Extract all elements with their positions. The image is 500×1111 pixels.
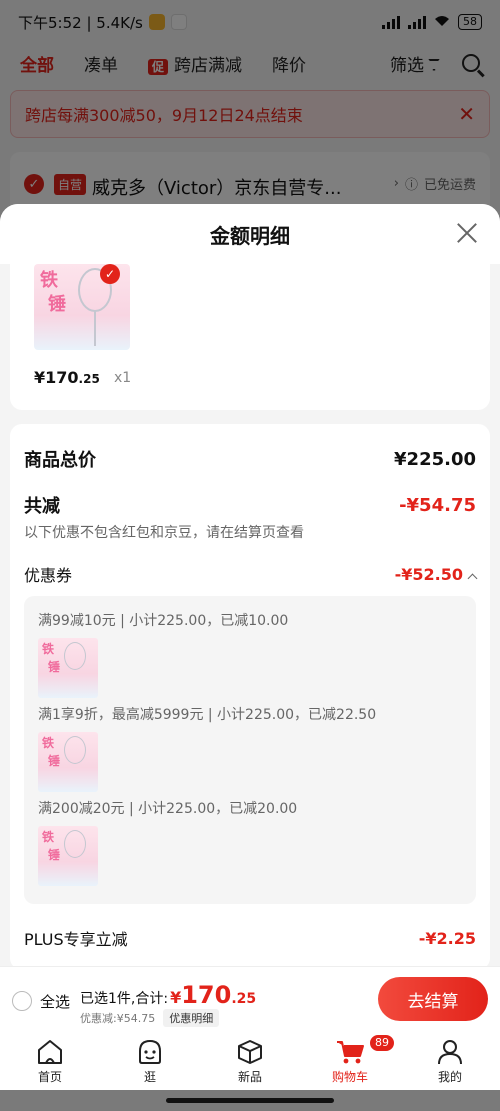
total-label: 商品总价 xyxy=(24,450,96,471)
coupon-label: 优惠券 xyxy=(24,566,73,585)
total-price-main: 170 xyxy=(181,981,232,1009)
tab-mine[interactable]: 我的 xyxy=(400,1032,500,1090)
product-card: 铁 锤 ✓ ¥170.25 x1 xyxy=(10,264,490,410)
thumb-char-2: 锤 xyxy=(48,660,61,674)
user-icon xyxy=(435,1038,465,1066)
thumb-char-1: 铁 xyxy=(42,642,55,656)
tab-browse[interactable]: 逛 xyxy=(100,1032,200,1090)
selected-check-icon[interactable]: ✓ xyxy=(100,264,120,284)
coupon-line-2: 满1享9折，最高减5999元 | 小计225.00，已减22.50 xyxy=(38,707,377,723)
selected-text: 已选1件,合计: xyxy=(80,991,169,1007)
browse-icon xyxy=(135,1038,165,1066)
coupon-row[interactable]: 优惠券 -¥52.50 xyxy=(24,562,478,586)
plus-row: PLUS专享立减 -¥2.25 xyxy=(24,926,476,950)
tab-new-label: 新品 xyxy=(237,1070,262,1084)
total-row: 商品总价 ¥225.00 xyxy=(24,446,476,472)
racket-shaft xyxy=(94,310,96,346)
reduce-note: 以下优惠不包含红包和京豆，请在结算页查看 xyxy=(24,525,304,541)
coupon-product-thumb: 铁 锤 xyxy=(38,638,98,698)
total-price: ¥170.25 xyxy=(170,981,256,1009)
product-price: ¥170.25 xyxy=(34,368,100,387)
new-products-icon xyxy=(235,1038,265,1066)
product-image-char-2: 锤 xyxy=(48,294,66,315)
close-icon[interactable] xyxy=(456,222,478,244)
checkout-bar: 全选 已选1件,合计: ¥170.25 优惠减:¥54.75 优惠明细 去结算 xyxy=(0,966,500,1032)
currency-symbol: ¥ xyxy=(170,988,182,1007)
select-all-label[interactable]: 全选 xyxy=(40,991,70,1012)
checkout-button[interactable]: 去结算 xyxy=(378,977,488,1021)
home-indicator xyxy=(166,1098,334,1103)
plus-value: -¥2.25 xyxy=(418,928,476,948)
thumb-char-1: 铁 xyxy=(42,830,55,844)
select-all-radio[interactable] xyxy=(12,991,32,1011)
racket-graphic xyxy=(64,642,86,670)
plus-label: PLUS专享立减 xyxy=(24,930,128,949)
amount-detail-card: 商品总价 ¥225.00 共减 -¥54.75 以下优惠不包含红包和京豆，请在结… xyxy=(10,424,490,970)
tab-browse-label: 逛 xyxy=(143,1070,156,1084)
racket-graphic xyxy=(64,830,86,858)
product-quantity: x1 xyxy=(114,370,132,386)
tab-cart-label: 购物车 xyxy=(331,1070,368,1084)
bottom-tab-bar: 首页 逛 新品 89 购物车 我的 xyxy=(0,1032,500,1090)
product-price-main: ¥170 xyxy=(34,368,79,387)
reduce-value: -¥54.75 xyxy=(399,494,476,516)
coupon-detail-box: 满99减10元 | 小计225.00，已减10.00 铁 锤 满1享9折，最高减… xyxy=(24,596,476,904)
coupon-line-3: 满200减20元 | 小计225.00，已减20.00 xyxy=(38,801,298,817)
tab-cart[interactable]: 89 购物车 xyxy=(300,1032,400,1090)
discount-line: 优惠减:¥54.75 优惠明细 xyxy=(80,1009,220,1027)
sheet-header: 金额明细 xyxy=(0,204,500,264)
reduce-label: 共减 xyxy=(24,496,60,517)
chevron-up-icon xyxy=(467,573,478,583)
amount-detail-sheet: 金额明细 铁 锤 ✓ ¥170.25 x1 商品总价 ¥225.00 共减 -¥… xyxy=(0,204,500,970)
product-image-char-1: 铁 xyxy=(40,270,58,291)
total-value: ¥225.00 xyxy=(394,448,476,470)
tab-new[interactable]: 新品 xyxy=(200,1032,300,1090)
coupon-line-1: 满99减10元 | 小计225.00，已减10.00 xyxy=(38,613,289,629)
tab-home-label: 首页 xyxy=(37,1070,62,1084)
home-icon xyxy=(35,1038,65,1066)
coupon-value: -¥52.50 xyxy=(394,564,463,584)
thumb-char-2: 锤 xyxy=(48,754,61,768)
thumb-char-2: 锤 xyxy=(48,848,61,862)
discount-detail-button[interactable]: 优惠明细 xyxy=(163,1009,220,1027)
sheet-title: 金额明细 xyxy=(210,223,290,248)
coupon-value-wrap: -¥52.50 xyxy=(394,564,478,584)
cart-count-badge: 89 xyxy=(369,1034,395,1052)
reduce-row: 共减 -¥54.75 xyxy=(24,492,476,518)
tab-mine-label: 我的 xyxy=(437,1070,462,1084)
discount-text: 优惠减:¥54.75 xyxy=(80,1012,156,1025)
coupon-product-thumb: 铁 锤 xyxy=(38,826,98,886)
total-price-decimal: .25 xyxy=(231,991,257,1007)
racket-graphic xyxy=(64,736,86,764)
selected-summary: 已选1件,合计: ¥170.25 xyxy=(80,981,256,1009)
coupon-product-thumb: 铁 锤 xyxy=(38,732,98,792)
tab-home[interactable]: 首页 xyxy=(0,1032,100,1090)
thumb-char-1: 铁 xyxy=(42,736,55,750)
cart-icon xyxy=(335,1038,365,1066)
product-price-decimal: .25 xyxy=(78,372,100,386)
